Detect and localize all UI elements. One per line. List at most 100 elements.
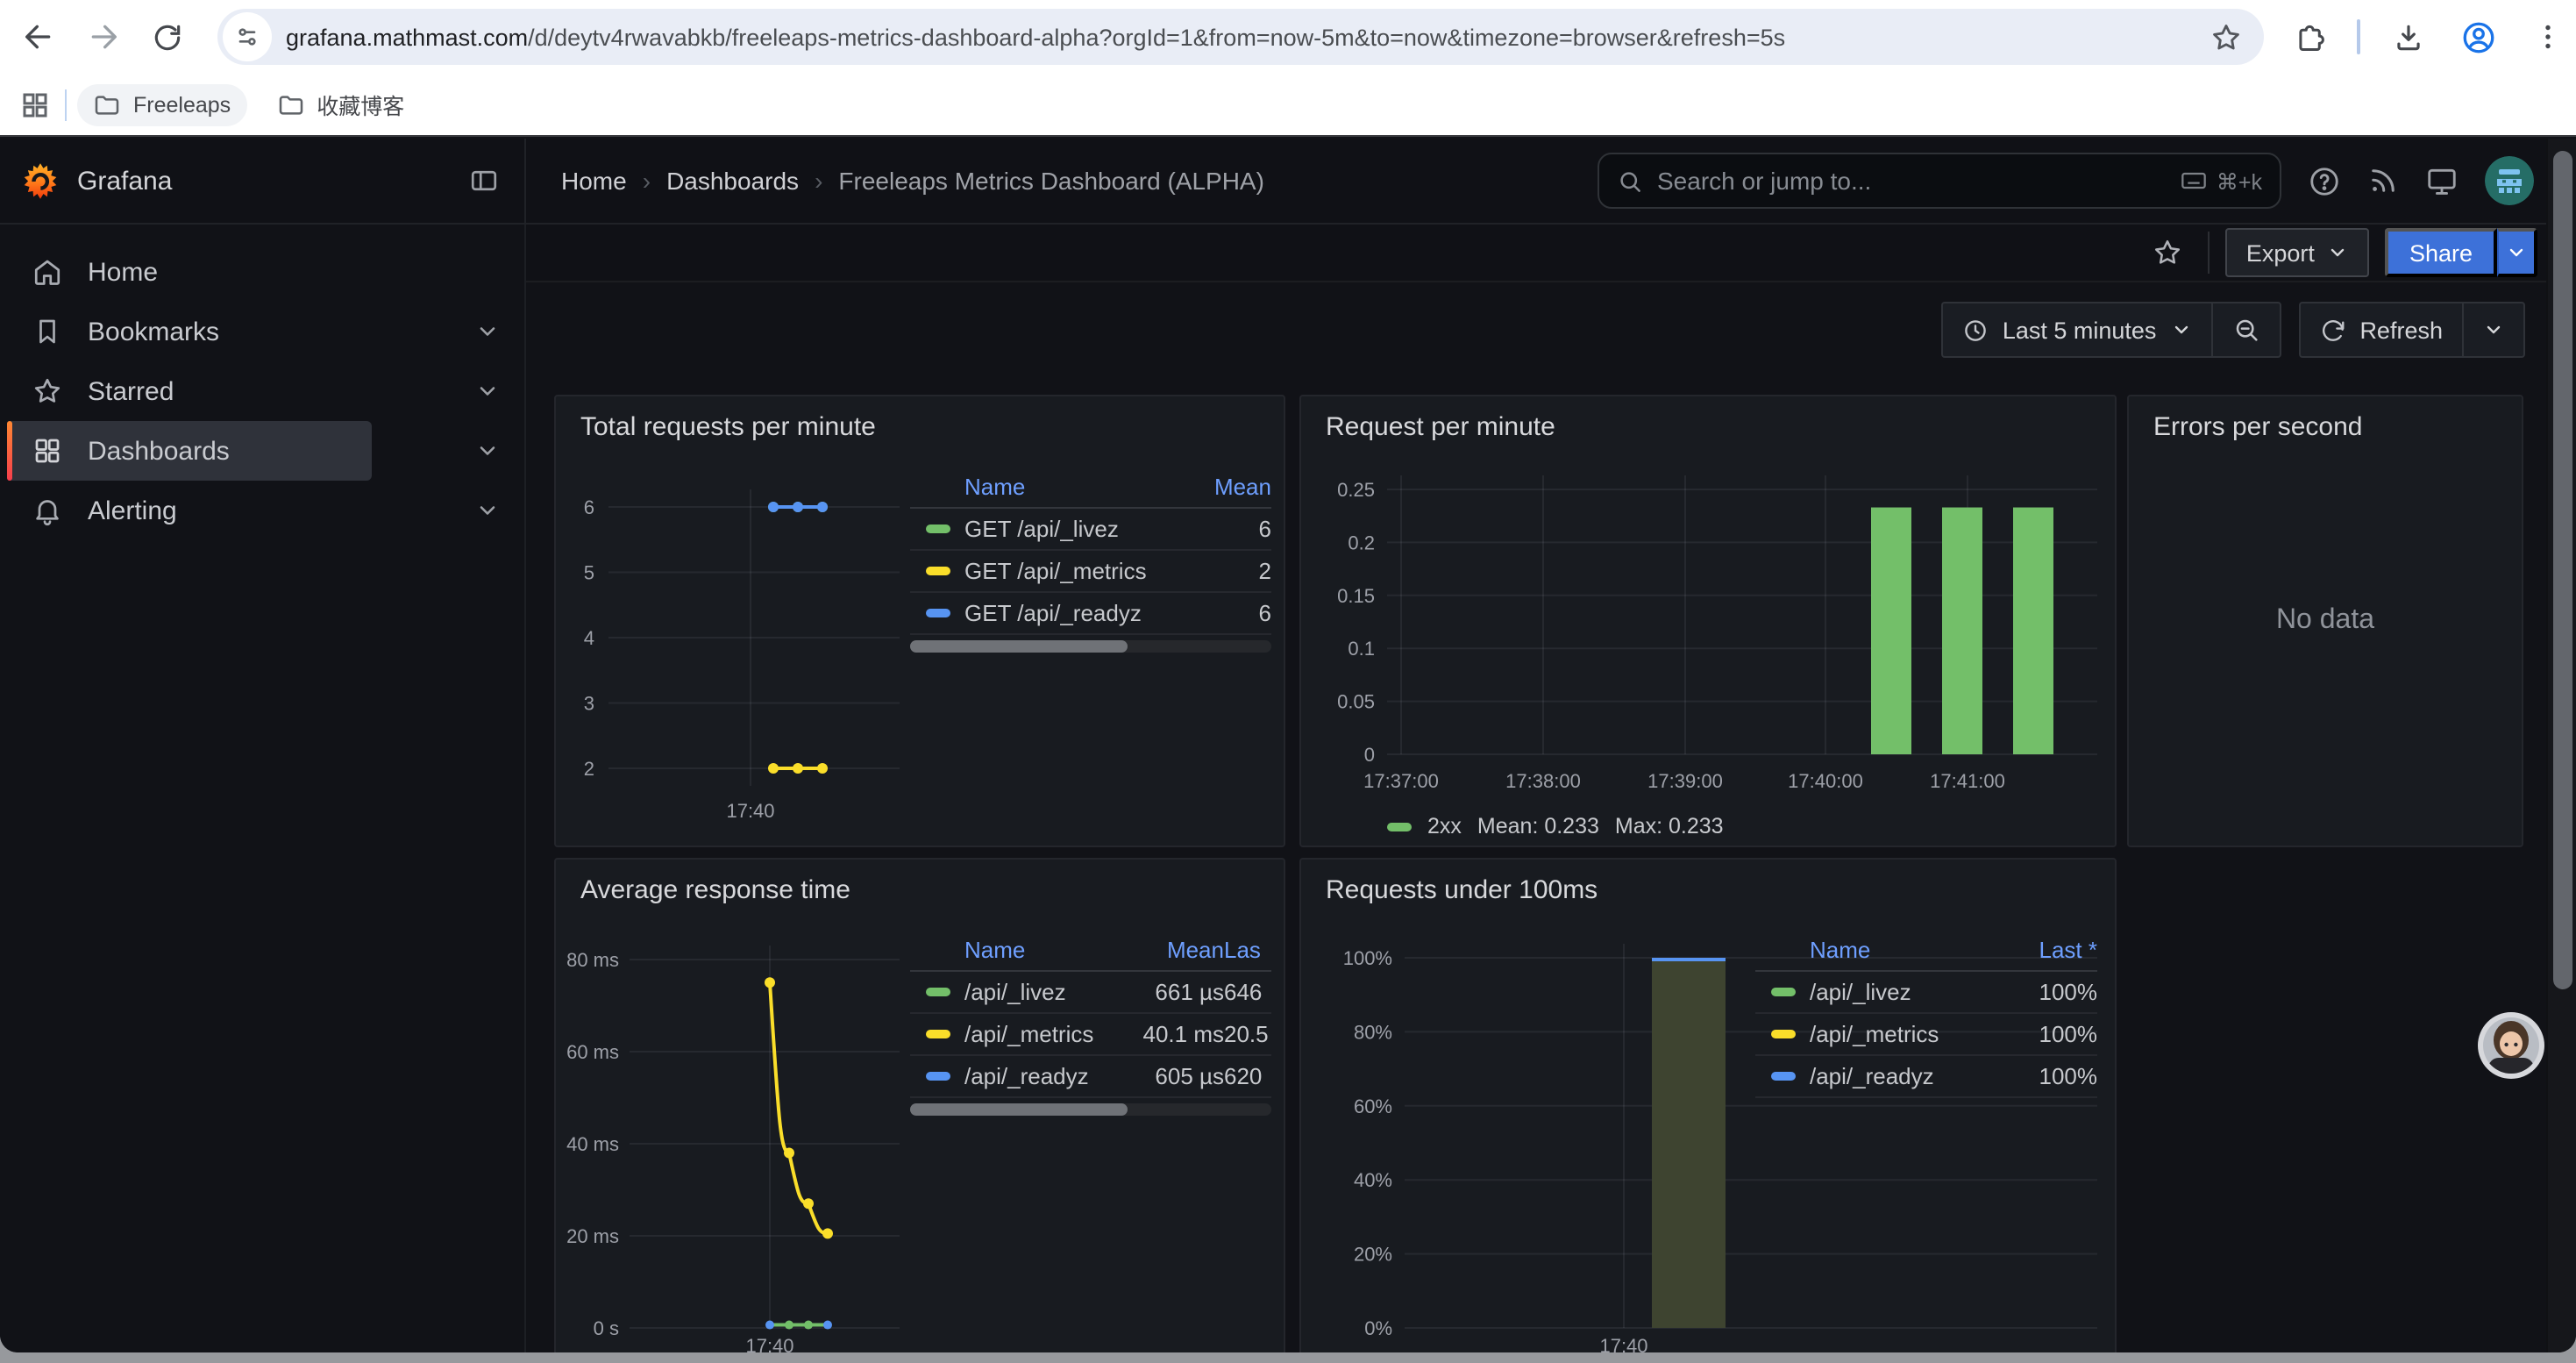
refresh-button[interactable]: Refresh bbox=[2300, 303, 2462, 356]
time-range-picker[interactable]: Last 5 minutes bbox=[1943, 303, 2211, 356]
user-avatar[interactable] bbox=[2485, 156, 2534, 205]
breadcrumb-dashboards[interactable]: Dashboards bbox=[666, 167, 799, 195]
panel-title[interactable]: Request per minute bbox=[1326, 412, 1555, 442]
assistant-avatar[interactable] bbox=[2478, 1012, 2544, 1079]
toolbar-divider bbox=[2357, 19, 2360, 54]
grafana-logo[interactable] bbox=[21, 161, 60, 200]
svg-text:40%: 40% bbox=[1354, 1169, 1392, 1191]
apps-grid-icon[interactable] bbox=[19, 89, 51, 120]
monitor-icon[interactable] bbox=[2425, 164, 2459, 197]
table-row[interactable]: GET /api/_readyz6 bbox=[910, 593, 1271, 635]
series-color-pill bbox=[926, 567, 950, 575]
bookmark-folder-blogs[interactable]: 收藏博客 bbox=[260, 81, 420, 128]
cell-value: 100% bbox=[2013, 1063, 2097, 1089]
search-input[interactable]: Search or jump to... ⌘+k bbox=[1598, 153, 2281, 209]
breadcrumb-separator: › bbox=[643, 167, 651, 195]
panel-title[interactable]: Requests under 100ms bbox=[1326, 875, 1598, 905]
url-path: /d/deytv4rwavabkb/freeleaps-metrics-dash… bbox=[528, 24, 1785, 50]
table-header-row: NameLast * bbox=[1755, 930, 2097, 972]
export-button[interactable]: Export bbox=[2225, 228, 2369, 277]
chevron-down-icon bbox=[2483, 319, 2504, 340]
svg-text:80%: 80% bbox=[1354, 1021, 1392, 1043]
table-row[interactable]: /api/_metrics40.1 ms20.5 r bbox=[910, 1014, 1271, 1056]
table-row[interactable]: /api/_readyz605 µs620 bbox=[910, 1056, 1271, 1098]
svg-text:80 ms: 80 ms bbox=[566, 949, 619, 971]
svg-text:6: 6 bbox=[584, 496, 594, 518]
bookmark-label: 收藏博客 bbox=[317, 88, 404, 121]
share-dropdown-button[interactable] bbox=[2497, 228, 2537, 277]
bookmarks-bar: Freeleaps 收藏博客 bbox=[0, 74, 2576, 135]
zoom-out-button[interactable] bbox=[2210, 303, 2279, 356]
table-horizontal-scrollbar[interactable] bbox=[910, 1103, 1271, 1116]
table-row[interactable]: /api/_livez661 µs646 bbox=[910, 972, 1271, 1014]
table-row[interactable]: /api/_livez100% bbox=[1755, 972, 2097, 1014]
bookmark-folder-freeleaps[interactable]: Freeleaps bbox=[77, 83, 246, 125]
table-row[interactable]: GET /api/_livez6 bbox=[910, 509, 1271, 551]
panel-legend-table: NameMeanGET /api/_livez6GET /api/_metric… bbox=[910, 467, 1271, 635]
sidebar-item-bookmarks[interactable]: Bookmarks bbox=[0, 302, 524, 361]
share-button[interactable]: Share bbox=[2385, 228, 2497, 277]
legend-series-name[interactable]: 2xx bbox=[1427, 814, 1462, 838]
panel-errors-per-second: Errors per second No data bbox=[2127, 395, 2523, 847]
breadcrumb-home[interactable]: Home bbox=[561, 167, 627, 195]
chevron-down-icon[interactable] bbox=[475, 379, 500, 403]
cell-value: 6 bbox=[1201, 516, 1271, 542]
cell-value: 40.1 ms bbox=[1122, 1021, 1224, 1047]
table-horizontal-scrollbar[interactable] bbox=[910, 640, 1271, 653]
product-name: Grafana bbox=[77, 166, 468, 196]
panel-title[interactable]: Total requests per minute bbox=[580, 412, 876, 442]
menu-icon[interactable] bbox=[2525, 14, 2571, 60]
url-bar[interactable]: grafana.mathmast.com/d/deytv4rwavabkb/fr… bbox=[217, 9, 2264, 65]
bookmark-star-icon[interactable] bbox=[2210, 20, 2243, 54]
refresh-interval-dropdown[interactable] bbox=[2462, 303, 2523, 356]
series-color-pill bbox=[926, 525, 950, 533]
legend-max: Max: 0.233 bbox=[1615, 814, 1724, 838]
sidebar-item-starred[interactable]: Starred bbox=[0, 361, 524, 421]
series-name: /api/_metrics bbox=[964, 1021, 1122, 1047]
sidebar-item-home[interactable]: Home bbox=[0, 242, 524, 302]
panel-title[interactable]: Average response time bbox=[580, 875, 850, 905]
svg-text:0.1: 0.1 bbox=[1348, 638, 1375, 660]
dashboards-grid-icon bbox=[32, 435, 63, 467]
svg-text:60%: 60% bbox=[1354, 1095, 1392, 1117]
url-text: grafana.mathmast.com/d/deytv4rwavabkb/fr… bbox=[286, 24, 2264, 50]
bookmark-icon bbox=[32, 316, 63, 347]
svg-text:17:40:00: 17:40:00 bbox=[1788, 770, 1863, 792]
page-scrollbar[interactable] bbox=[2546, 139, 2576, 1352]
dock-sidebar-icon[interactable] bbox=[468, 165, 500, 196]
help-icon[interactable] bbox=[2308, 164, 2341, 197]
profile-icon[interactable] bbox=[2455, 14, 2501, 60]
cell-value: 605 µs bbox=[1122, 1063, 1224, 1089]
table-row[interactable]: /api/_metrics100% bbox=[1755, 1014, 2097, 1056]
table-row[interactable]: GET /api/_metrics2 bbox=[910, 551, 1271, 593]
series-name: /api/_metrics bbox=[1810, 1021, 2013, 1047]
sidebar-item-dashboards[interactable]: Dashboards bbox=[0, 421, 524, 481]
reload-icon[interactable] bbox=[144, 14, 189, 60]
svg-text:0 s: 0 s bbox=[594, 1317, 619, 1339]
chevron-down-icon[interactable] bbox=[475, 439, 500, 463]
panel-legend-table: NameMeanLas/api/_livez661 µs646/api/_met… bbox=[910, 930, 1271, 1098]
forward-icon[interactable] bbox=[81, 14, 126, 60]
bell-icon bbox=[32, 495, 63, 526]
svg-text:3: 3 bbox=[584, 693, 594, 715]
chevron-down-icon[interactable] bbox=[475, 319, 500, 344]
sidebar-item-alerting[interactable]: Alerting bbox=[0, 481, 524, 540]
downloads-icon[interactable] bbox=[2385, 14, 2430, 60]
panel-requests-under-100ms: 100%80%60%40%20%0%17:40 Requests under 1… bbox=[1299, 858, 2117, 1352]
series-name: GET /api/_readyz bbox=[964, 600, 1201, 626]
back-icon[interactable] bbox=[16, 14, 61, 60]
table-row[interactable]: /api/_readyz100% bbox=[1755, 1056, 2097, 1098]
panel-average-response-time: 80 ms60 ms40 ms20 ms0 s17:40 Average res… bbox=[554, 858, 1285, 1352]
screen: grafana.mathmast.com/d/deytv4rwavabkb/fr… bbox=[0, 0, 2576, 1363]
site-settings-icon[interactable] bbox=[223, 12, 272, 61]
rss-icon[interactable] bbox=[2367, 165, 2399, 196]
favorite-star-icon[interactable] bbox=[2127, 237, 2208, 268]
no-data-message: No data bbox=[2129, 396, 2522, 846]
svg-text:20%: 20% bbox=[1354, 1244, 1392, 1266]
scrollbar-thumb[interactable] bbox=[2553, 151, 2572, 989]
dashboard-actions-bar: Export Share bbox=[526, 225, 2546, 282]
extensions-icon[interactable] bbox=[2287, 14, 2332, 60]
chevron-down-icon[interactable] bbox=[475, 498, 500, 523]
request-per-minute-chart[interactable]: 0.250.20.150.10.05017:37:0017:38:0017:39… bbox=[1301, 396, 2115, 846]
search-icon bbox=[1617, 168, 1643, 194]
